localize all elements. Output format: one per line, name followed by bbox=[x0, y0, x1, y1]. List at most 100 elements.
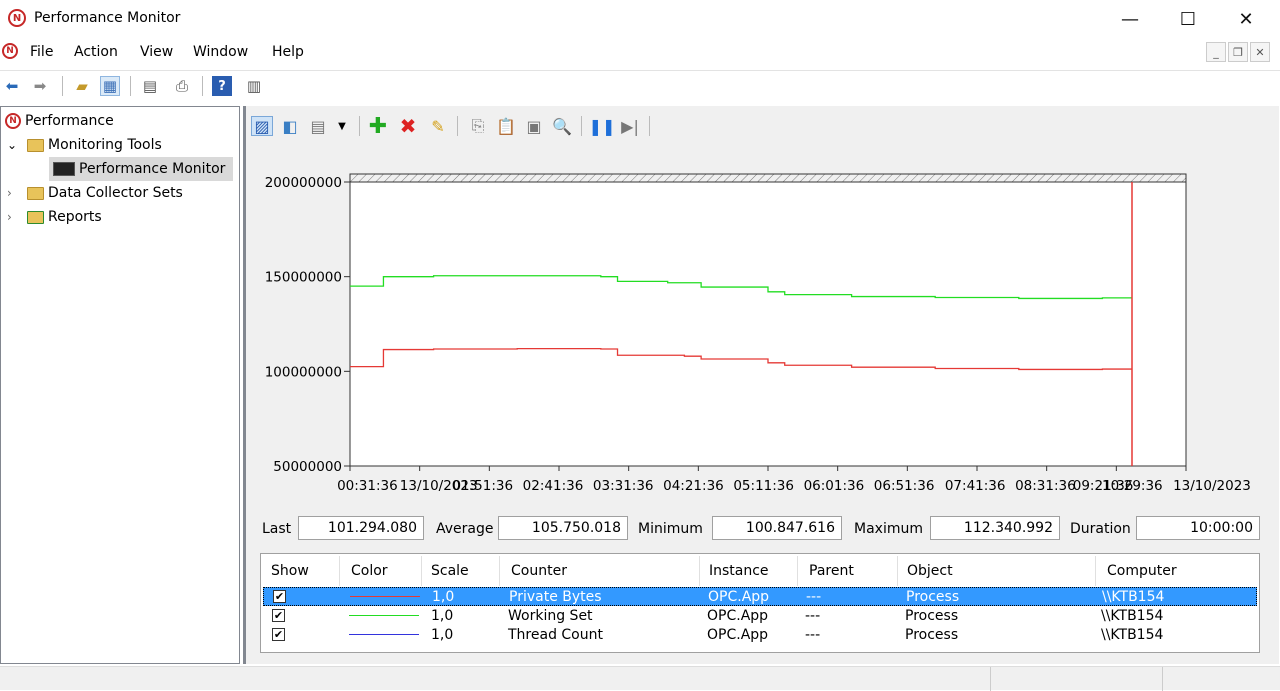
menu-window[interactable]: Window bbox=[193, 44, 248, 60]
y-tick-label: 100000000 bbox=[265, 364, 342, 380]
duration-value: 10:00:00 bbox=[1136, 516, 1260, 540]
update-data-icon[interactable]: ▶| bbox=[619, 116, 641, 136]
status-bar bbox=[0, 666, 1280, 691]
mdi-restore-icon[interactable]: ❐ bbox=[1228, 42, 1248, 62]
up-folder-icon[interactable]: ▰ bbox=[72, 76, 92, 96]
scale-cell: 1,0 bbox=[431, 627, 454, 643]
highlight-icon[interactable]: ✎ bbox=[427, 116, 449, 136]
show-checkbox[interactable]: ✔ bbox=[272, 628, 285, 641]
toolbar-separator bbox=[649, 116, 650, 136]
toolbar-separator bbox=[581, 116, 582, 136]
legend-row[interactable]: ✔ 1,0 Working Set OPC.App --- Process \\… bbox=[263, 607, 1257, 626]
last-value: 101.294.080 bbox=[298, 516, 424, 540]
maximum-value: 112.340.992 bbox=[930, 516, 1060, 540]
paste-counter-list-icon[interactable]: 📋 bbox=[495, 116, 517, 136]
object-cell: Process bbox=[905, 608, 959, 624]
tree-item-monitoring-tools[interactable]: ⌄ Monitoring Tools bbox=[7, 133, 245, 157]
column-separator bbox=[897, 556, 898, 586]
menu-bar: N File Action View Window Help bbox=[0, 38, 1280, 68]
tree-item-label: Data Collector Sets bbox=[48, 185, 183, 201]
x-tick-label: 03:31:36 bbox=[593, 478, 654, 494]
object-cell: Process bbox=[905, 627, 959, 643]
duration-label: Duration bbox=[1070, 521, 1131, 537]
tree-item-label: Performance bbox=[25, 113, 114, 129]
chevron-down-icon[interactable]: ⌄ bbox=[7, 138, 21, 152]
properties-icon[interactable]: ▣ bbox=[523, 116, 545, 136]
action-pane-icon[interactable]: ▥ bbox=[244, 76, 264, 96]
chevron-right-icon[interactable]: › bbox=[7, 210, 21, 224]
chevron-right-icon[interactable]: › bbox=[7, 186, 21, 200]
freeze-display-icon[interactable]: ❚❚ bbox=[589, 116, 616, 136]
instance-cell: OPC.App bbox=[707, 627, 769, 643]
maximum-label: Maximum bbox=[854, 521, 923, 537]
x-tick-label: 06:51:36 bbox=[874, 478, 935, 494]
column-header-scale[interactable]: Scale bbox=[431, 563, 469, 579]
perfmon-app-icon: N bbox=[8, 9, 26, 27]
column-header-show[interactable]: Show bbox=[271, 563, 309, 579]
x-tick-label: 00:31:36 bbox=[337, 478, 398, 494]
legend-row[interactable]: ✔ 1,0 Private Bytes OPC.App --- Process … bbox=[263, 587, 1257, 606]
title-bar: N Performance Monitor — ☐ ✕ bbox=[0, 0, 1280, 38]
parent-cell: --- bbox=[805, 608, 821, 624]
system-menu-icon[interactable]: N bbox=[2, 43, 18, 59]
tree-item-reports[interactable]: › Reports bbox=[7, 205, 245, 229]
parent-cell: --- bbox=[805, 627, 821, 643]
y-tick-label: 150000000 bbox=[265, 270, 342, 286]
parent-cell: --- bbox=[806, 589, 822, 605]
menu-file[interactable]: File bbox=[30, 44, 53, 60]
x-tick-label: 06:01:36 bbox=[804, 478, 865, 494]
column-separator bbox=[421, 556, 422, 586]
average-value: 105.750.018 bbox=[498, 516, 628, 540]
column-separator bbox=[499, 556, 500, 586]
show-checkbox[interactable]: ✔ bbox=[273, 590, 286, 603]
legend-row[interactable]: ✔ 1,0 Thread Count OPC.App --- Process \… bbox=[263, 626, 1257, 645]
scale-cell: 1,0 bbox=[431, 608, 454, 624]
instance-cell: OPC.App bbox=[707, 608, 769, 624]
computer-cell: \\KTB154 bbox=[1101, 627, 1164, 643]
mdi-minimize-icon[interactable]: _ bbox=[1206, 42, 1226, 62]
minimum-label: Minimum bbox=[638, 521, 703, 537]
column-header-object[interactable]: Object bbox=[907, 563, 953, 579]
forward-icon[interactable]: ➡ bbox=[30, 76, 50, 96]
x-tick-label: 08:31:36 bbox=[1015, 478, 1076, 494]
delete-counter-icon[interactable]: ✖ bbox=[397, 114, 419, 138]
maximize-button[interactable]: ☐ bbox=[1158, 0, 1218, 38]
color-swatch bbox=[349, 634, 419, 635]
minimize-button[interactable]: — bbox=[1100, 0, 1160, 38]
show-checkbox[interactable]: ✔ bbox=[272, 609, 285, 622]
tree-item-performance[interactable]: N Performance bbox=[5, 109, 243, 133]
change-graph-type-icon[interactable]: ◧ bbox=[279, 116, 301, 136]
zoom-icon[interactable]: 🔍 bbox=[551, 116, 573, 136]
properties-icon[interactable]: ▤ bbox=[140, 76, 160, 96]
counter-cell: Working Set bbox=[508, 608, 593, 624]
chart-view-icon[interactable]: ▨ bbox=[251, 116, 273, 136]
add-counter-icon[interactable]: ✚ bbox=[367, 114, 389, 139]
perfmon-toolbar: ▨ ◧ ▤ ▼ ✚ ✖ ✎ ⎘ 📋 ▣ 🔍 ❚❚ ▶| bbox=[247, 110, 667, 142]
help-icon[interactable]: ? bbox=[212, 76, 232, 96]
view-type-icon[interactable]: ▤ bbox=[307, 116, 329, 136]
tree-item-performance-monitor[interactable]: Performance Monitor bbox=[49, 157, 233, 181]
copy-properties-icon[interactable]: ⎘ bbox=[467, 116, 489, 136]
mdi-close-icon[interactable]: ✕ bbox=[1250, 42, 1270, 62]
color-swatch bbox=[350, 596, 420, 597]
close-button[interactable]: ✕ bbox=[1216, 0, 1276, 38]
average-label: Average bbox=[436, 521, 494, 537]
counter-cell: Private Bytes bbox=[509, 589, 602, 605]
column-header-computer[interactable]: Computer bbox=[1107, 563, 1177, 579]
menu-help[interactable]: Help bbox=[272, 44, 304, 60]
tree-item-data-collector-sets[interactable]: › Data Collector Sets bbox=[7, 181, 245, 205]
column-header-instance[interactable]: Instance bbox=[709, 563, 769, 579]
show-hide-tree-icon[interactable]: ▦ bbox=[100, 76, 120, 96]
dropdown-icon[interactable]: ▼ bbox=[331, 116, 353, 136]
back-icon[interactable]: ⬅ bbox=[2, 76, 22, 96]
column-header-color[interactable]: Color bbox=[351, 563, 388, 579]
computer-cell: \\KTB154 bbox=[1102, 589, 1165, 605]
menu-action[interactable]: Action bbox=[74, 44, 118, 60]
column-header-parent[interactable]: Parent bbox=[809, 563, 854, 579]
menu-view[interactable]: View bbox=[140, 44, 173, 60]
x-tick-label: 10:29:36 bbox=[1102, 478, 1163, 494]
print-icon[interactable]: ⎙ bbox=[172, 76, 192, 96]
toolbar-separator bbox=[130, 76, 131, 96]
column-header-counter[interactable]: Counter bbox=[511, 563, 567, 579]
x-tick-label: 07:41:36 bbox=[945, 478, 1006, 494]
